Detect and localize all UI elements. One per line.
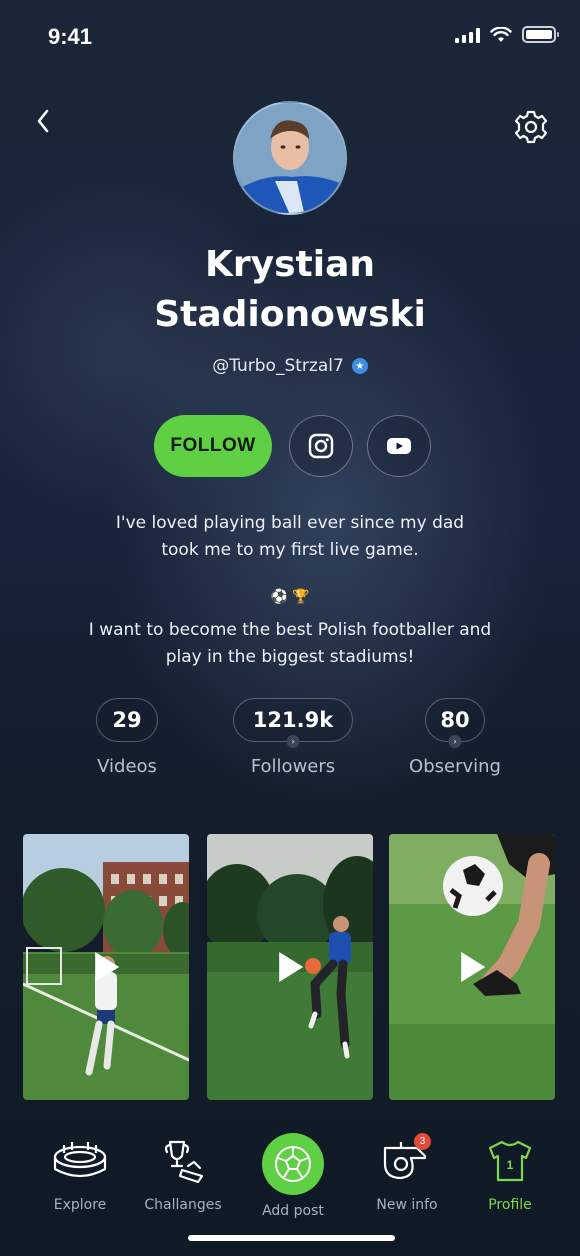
- wifi-icon: [490, 26, 512, 42]
- tab-new-info[interactable]: 3 New info: [357, 1133, 457, 1213]
- battery-icon: [522, 26, 559, 43]
- stat-label: Videos: [97, 756, 157, 777]
- youtube-icon: [387, 438, 411, 454]
- stat-value: 80: [440, 708, 470, 732]
- follow-button[interactable]: FOLLOW: [154, 415, 272, 477]
- status-time: 9:41: [48, 24, 93, 49]
- stat-observing-pill[interactable]: 80 ›: [425, 698, 485, 748]
- bio-line: took me to my first live game.: [161, 540, 419, 560]
- instagram-button[interactable]: [289, 415, 353, 477]
- chevron-right-icon: ›: [286, 735, 300, 748]
- video-thumbnail[interactable]: [207, 834, 373, 1100]
- bio-paragraph-2: I want to become the best Polish footbal…: [40, 617, 540, 671]
- settings-button[interactable]: [512, 108, 550, 146]
- play-icon: [461, 952, 486, 982]
- bio-emojis: ⚽ 🏆: [0, 589, 580, 605]
- tab-explore[interactable]: Explore: [30, 1133, 130, 1213]
- stat-value: 29: [112, 708, 142, 732]
- trophy-icon: [155, 1133, 211, 1189]
- stat-videos-pill[interactable]: 29: [96, 698, 158, 742]
- home-indicator: [188, 1235, 395, 1241]
- tab-label: Profile: [488, 1197, 532, 1213]
- tab-label: Challanges: [144, 1197, 222, 1213]
- stat-followers[interactable]: 121.9k › Followers: [218, 698, 368, 777]
- bio-line: play in the biggest stadiums!: [165, 647, 415, 667]
- stat-label: Followers: [250, 756, 336, 777]
- avatar: [233, 101, 347, 215]
- add-post-button[interactable]: [262, 1133, 324, 1195]
- video-thumbnail[interactable]: [23, 834, 189, 1100]
- profile-name: Krystian Stadionowski: [0, 240, 580, 340]
- back-button[interactable]: [26, 104, 60, 138]
- gear-icon: [514, 110, 548, 144]
- jersey-number: 1: [507, 1158, 514, 1172]
- bio-line: I want to become the best Polish footbal…: [88, 620, 492, 640]
- tab-label: Add post: [262, 1203, 324, 1219]
- stat-value: 121.9k: [252, 708, 334, 732]
- stat-label: Observing: [409, 756, 501, 777]
- tab-profile[interactable]: 1 Profile: [460, 1133, 560, 1213]
- youtube-button[interactable]: [367, 415, 431, 477]
- trophy-emoji: 🏆: [292, 589, 310, 605]
- stat-observing[interactable]: 80 › Observing: [395, 698, 515, 777]
- tab-label: Explore: [53, 1197, 107, 1213]
- bio-line: I've loved playing ball ever since my da…: [115, 513, 465, 533]
- notification-badge: 3: [414, 1133, 431, 1150]
- tab-challanges[interactable]: Challanges: [133, 1133, 233, 1213]
- avatar-photo: [235, 103, 345, 213]
- chevron-left-icon: [37, 109, 49, 133]
- jersey-icon: 1: [482, 1133, 538, 1189]
- signal-icon: [455, 27, 480, 43]
- soccer-ball-emoji: ⚽: [270, 589, 288, 605]
- status-icons: [455, 26, 559, 43]
- handle-row: @Turbo_Strzal7 ★: [0, 356, 580, 376]
- whistle-icon: 3: [379, 1133, 435, 1189]
- chevron-right-icon: ›: [448, 735, 462, 748]
- status-bar: 9:41: [0, 0, 580, 76]
- video-thumbnail[interactable]: [389, 834, 555, 1100]
- profile-handle: @Turbo_Strzal7: [212, 356, 344, 376]
- bio-paragraph-1: I've loved playing ball ever since my da…: [40, 510, 540, 564]
- tab-add-post[interactable]: Add post: [243, 1133, 343, 1219]
- ball-icon: [275, 1146, 311, 1182]
- stat-videos[interactable]: 29 Videos: [72, 698, 182, 777]
- profile-name-line2: Stadionowski: [154, 294, 426, 335]
- stadium-icon: [52, 1133, 108, 1189]
- play-icon: [95, 952, 120, 982]
- profile-name-line1: Krystian: [204, 244, 375, 285]
- stat-followers-pill[interactable]: 121.9k ›: [233, 698, 353, 748]
- play-icon: [279, 952, 304, 982]
- instagram-icon: [308, 433, 334, 459]
- tab-label: New info: [376, 1197, 438, 1213]
- verified-badge-icon: ★: [351, 358, 368, 374]
